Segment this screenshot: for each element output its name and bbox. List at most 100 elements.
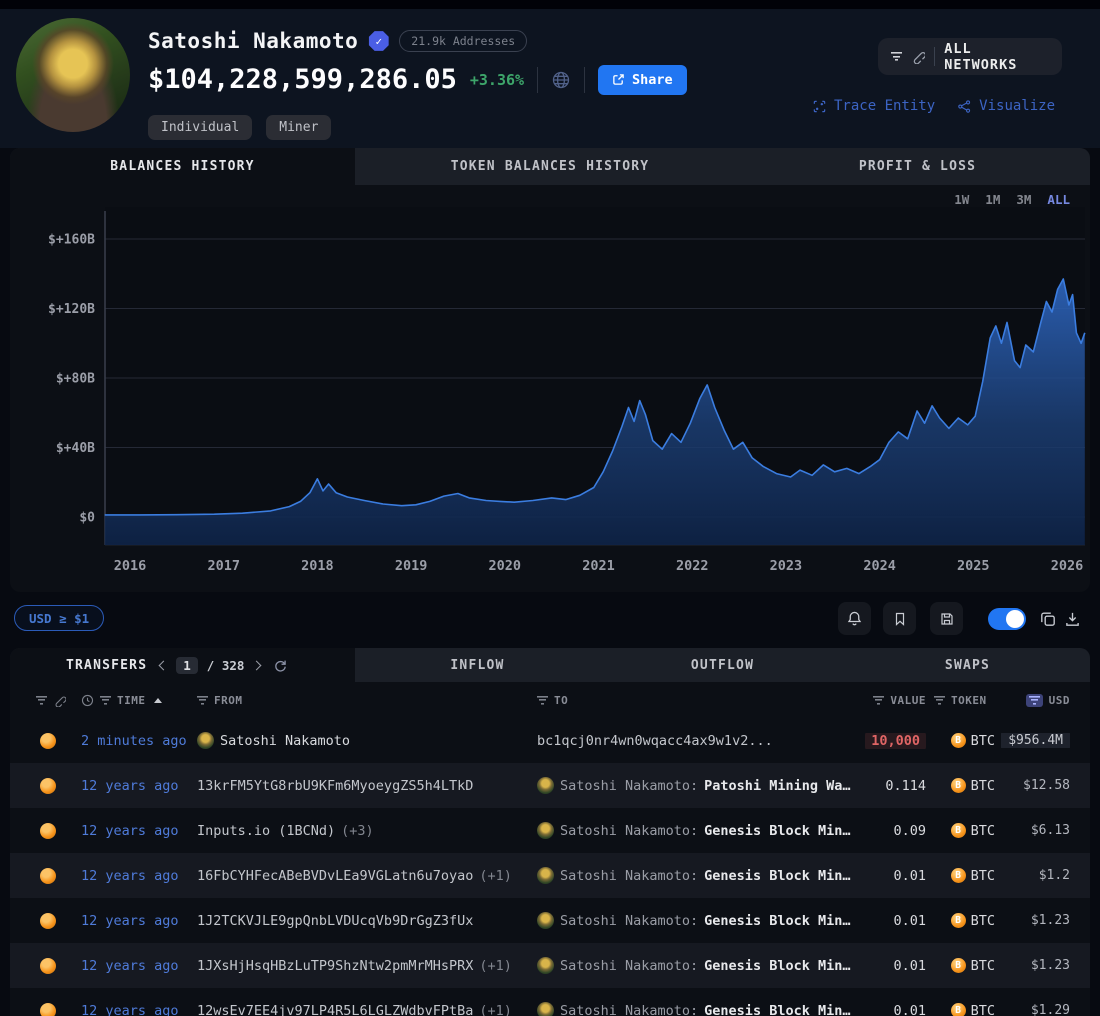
transfer-time-link[interactable]: 12 years ago — [66, 1003, 197, 1016]
transfer-from-cell[interactable]: 1JXsHjHsqHBzLuTP9ShzNtw2pmMrMHsPRX(+1) — [197, 958, 537, 974]
divider — [584, 67, 585, 93]
table-row[interactable]: 2 minutes ago Satoshi Nakamoto bc1qcj0nr… — [10, 718, 1090, 763]
svg-text:2024: 2024 — [863, 558, 896, 574]
column-token[interactable]: TOKEN — [926, 694, 995, 707]
transfer-from-cell[interactable]: Inputs.io (1BCNd)(+3) — [197, 823, 537, 839]
transfer-from-cell[interactable]: 13krFM5YtG8rbU9KFm6MyoeygZS5h4LTkD — [197, 778, 537, 794]
column-usd[interactable]: USD — [995, 694, 1070, 707]
transfer-from-cell[interactable]: 16FbCYHFecABeBVDvLEa9VGLatn6u7oyao(+1) — [197, 868, 537, 884]
filter-token-icon[interactable] — [934, 696, 945, 705]
tag-individual[interactable]: Individual — [148, 115, 252, 140]
transfer-usd-value: $12.58 — [1023, 778, 1070, 793]
transfer-time-link[interactable]: 12 years ago — [66, 823, 197, 839]
table-row[interactable]: 12 years ago 1J2TCKVJLE9gpQnbLVDUcqVb9Dr… — [10, 898, 1090, 943]
prev-page-icon[interactable] — [159, 660, 169, 670]
transfer-to-cell[interactable]: Satoshi Nakamoto:Genesis Block Min… — [537, 957, 855, 974]
range-3m[interactable]: 3M — [1016, 192, 1031, 207]
table-row[interactable]: 12 years ago Inputs.io (1BCNd)(+3) Satos… — [10, 808, 1090, 853]
tab-balances-history[interactable]: BALANCES HISTORY — [10, 148, 355, 185]
transfer-from-cell[interactable]: Satoshi Nakamoto — [197, 732, 537, 749]
entity-avatar — [537, 957, 554, 974]
save-button[interactable] — [930, 602, 963, 635]
tab-token-balances-history[interactable]: TOKEN BALANCES HISTORY — [355, 148, 745, 185]
transfer-to-cell[interactable]: Satoshi Nakamoto:Genesis Block Min… — [537, 867, 855, 884]
btc-icon: B — [951, 958, 966, 973]
time-range-selector: 1W 1M 3M ALL — [954, 192, 1070, 207]
transfer-from-cell[interactable]: 1J2TCKVJLE9gpQnbLVDUcqVb9DrGgZ3fUx — [197, 913, 537, 929]
transfer-value: 0.09 — [893, 823, 926, 839]
transfer-to-cell[interactable]: Satoshi Nakamoto:Genesis Block Min… — [537, 912, 855, 929]
filter-icon — [891, 52, 902, 61]
btc-icon: B — [951, 778, 966, 793]
tab-outflow[interactable]: OUTFLOW — [600, 648, 845, 682]
table-row[interactable]: 12 years ago 16FbCYHFecABeBVDvLEa9VGLatn… — [10, 853, 1090, 898]
entity-avatar — [537, 1002, 554, 1016]
alert-bell-button[interactable] — [838, 602, 871, 635]
link-icon[interactable] — [53, 694, 66, 707]
trace-entity-button[interactable]: Trace Entity — [812, 98, 935, 114]
transfer-time-link[interactable]: 12 years ago — [66, 868, 197, 884]
transfer-usd-value: $956.4M — [1001, 733, 1070, 748]
column-to[interactable]: TO — [537, 694, 855, 707]
transfer-from-cell[interactable]: 12wsEv7EE4jv97LP4R5L6LGLZWdbvFPtBa(+1) — [197, 1003, 537, 1016]
transfer-to-cell[interactable]: Satoshi Nakamoto:Genesis Block Min… — [537, 822, 855, 839]
range-1m[interactable]: 1M — [985, 192, 1000, 207]
filter-from-icon[interactable] — [197, 696, 208, 705]
svg-text:2016: 2016 — [114, 558, 147, 574]
transfer-value: 0.01 — [893, 1003, 926, 1016]
next-page-icon[interactable] — [252, 660, 262, 670]
copy-button[interactable] — [1039, 610, 1057, 628]
addresses-count-badge[interactable]: 21.9k Addresses — [399, 30, 527, 52]
transfer-token: B BTC — [926, 913, 995, 929]
filter-to-icon[interactable] — [537, 696, 548, 705]
refresh-button[interactable] — [273, 658, 288, 673]
chart-visibility-toggle[interactable] — [988, 608, 1026, 630]
transfer-to-cell[interactable]: Satoshi Nakamoto:Patoshi Mining Wa… — [537, 777, 855, 794]
balance-history-chart[interactable]: $0$+40B$+80B$+120B$+160B2016201720182019… — [10, 185, 1090, 592]
range-1w[interactable]: 1W — [954, 192, 969, 207]
tab-transfers[interactable]: TRANSFERS 1 / 328 — [10, 648, 355, 682]
transfer-to-cell[interactable]: Satoshi Nakamoto:Genesis Block Min… — [537, 1002, 855, 1016]
transfer-token: B BTC — [926, 778, 995, 794]
globe-icon[interactable] — [551, 70, 571, 90]
link-icon — [911, 49, 925, 64]
filter-time-icon[interactable] — [100, 696, 111, 705]
download-icon — [1063, 610, 1082, 628]
column-value[interactable]: VALUE — [855, 694, 926, 707]
transfer-time-link[interactable]: 12 years ago — [66, 958, 197, 974]
transfer-time-link[interactable]: 12 years ago — [66, 913, 197, 929]
table-row[interactable]: 12 years ago 13krFM5YtG8rbU9KFm6MyoeygZS… — [10, 763, 1090, 808]
download-button[interactable] — [1063, 610, 1082, 628]
range-all[interactable]: ALL — [1047, 192, 1070, 207]
bookmark-button[interactable] — [883, 602, 916, 635]
sort-ascending-icon[interactable] — [154, 698, 162, 703]
svg-text:2018: 2018 — [301, 558, 334, 574]
arkham-dashboard: Satoshi Nakamoto ✓ 21.9k Addresses $104,… — [0, 0, 1100, 1016]
table-row[interactable]: 12 years ago 12wsEv7EE4jv97LP4R5L6LGLZWd… — [10, 988, 1090, 1016]
transfer-to-cell[interactable]: bc1qcj0nr4wn0wqacc4ax9w1v2... — [537, 733, 855, 749]
tab-inflow[interactable]: INFLOW — [355, 648, 600, 682]
tab-profit-loss[interactable]: PROFIT & LOSS — [745, 148, 1090, 185]
graph-icon — [957, 99, 972, 114]
profile-avatar — [16, 18, 130, 132]
filter-usd-active-icon[interactable] — [1026, 694, 1043, 707]
tab-swaps[interactable]: SWAPS — [845, 648, 1090, 682]
table-row[interactable]: 12 years ago 1JXsHjHsqHBzLuTP9ShzNtw2pmM… — [10, 943, 1090, 988]
tag-miner[interactable]: Miner — [266, 115, 331, 140]
usd-filter-chip[interactable]: USD ≥ $1 — [14, 605, 104, 631]
trace-icon — [812, 99, 827, 114]
transfer-time-link[interactable]: 2 minutes ago — [66, 733, 197, 749]
copy-icon — [1039, 610, 1057, 628]
transfer-usd-value: $1.23 — [1031, 913, 1070, 928]
filter-all-icon[interactable] — [36, 696, 47, 705]
top-strip — [0, 0, 1100, 9]
share-button[interactable]: Share — [598, 65, 687, 95]
column-time[interactable]: TIME — [66, 694, 197, 707]
column-from[interactable]: FROM — [197, 694, 537, 707]
network-selector[interactable]: ALL NETWORKS — [878, 38, 1062, 75]
refresh-icon — [273, 658, 288, 673]
filter-value-icon[interactable] — [873, 696, 884, 705]
transfer-time-link[interactable]: 12 years ago — [66, 778, 197, 794]
svg-text:2019: 2019 — [395, 558, 428, 574]
visualize-button[interactable]: Visualize — [957, 98, 1055, 114]
